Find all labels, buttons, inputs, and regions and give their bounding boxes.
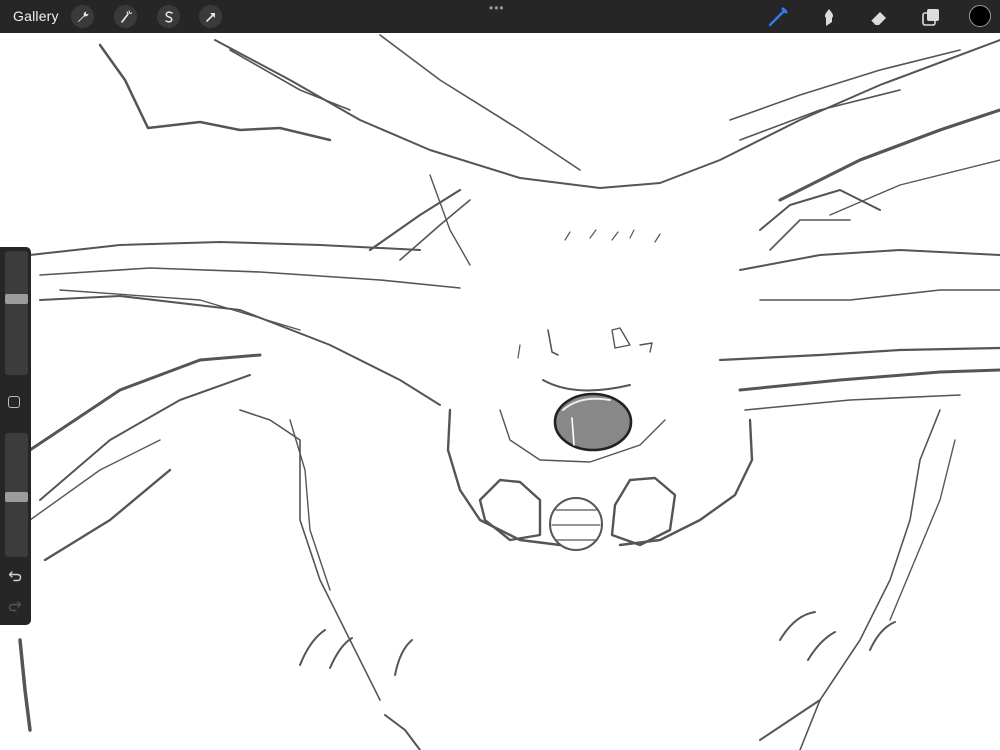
sketch-stroke [542,379,631,392]
left-sidebar [0,247,31,625]
sketch-stroke [478,478,542,542]
sketch-stroke [564,229,661,243]
sketch-stroke [744,394,961,411]
smudge-icon [825,9,833,26]
more-menu[interactable]: ••• [489,2,505,14]
sketch-stroke [29,241,421,256]
transform-button[interactable] [199,5,222,28]
sketch-stroke [446,408,562,547]
sketch-stroke [18,638,32,732]
sketch-stroke [807,631,836,661]
selection-button[interactable] [157,5,180,28]
sketch-stroke [778,108,1000,202]
sketch-stroke [28,353,262,452]
undo-icon [8,571,22,582]
color-picker-button[interactable] [969,5,991,27]
sketch-stroke [779,611,816,641]
brush-icon [768,7,788,27]
actions-button[interactable] [71,5,94,28]
gallery-button[interactable]: Gallery [13,8,59,24]
sketch-stroke [610,476,677,547]
sketch-stroke [39,267,461,289]
sketch-stroke [239,409,381,701]
layers-button[interactable] [919,5,943,29]
sketch-stroke [399,199,471,261]
layers-icon [922,9,939,26]
sketch-stroke [869,621,896,651]
sketch-stroke [738,368,1000,392]
sketch-mouth [553,392,633,452]
brush-size-thumb[interactable] [5,294,28,304]
sketch-stroke [739,89,901,141]
sketch-egg [549,497,603,551]
sketch-stroke [739,249,1000,271]
sketch-stroke [718,346,1000,362]
sketch-stroke [618,418,754,547]
sketch-stroke [517,344,521,359]
sketch-stroke [429,174,471,266]
sketch-stroke [379,34,581,171]
eraser-icon [870,12,886,26]
eraser-tool-button[interactable] [867,5,891,29]
redo-button[interactable] [6,597,24,615]
brush-tool-button[interactable] [766,5,790,29]
sketch-stroke [98,43,332,142]
drawing-canvas[interactable] [0,0,1000,750]
sketch-stroke [214,39,1000,189]
brush-size-slider[interactable] [5,251,28,375]
top-toolbar: Gallery ••• [0,0,1000,33]
redo-icon [8,601,22,612]
sketch-stroke [889,439,956,621]
sketch-stroke [799,409,941,750]
selection-s-icon [164,10,173,23]
sketch-stroke [43,468,172,562]
sketch-stroke [551,509,601,541]
sketch-stroke [759,699,821,741]
sketch-stroke [759,189,881,231]
sketch-stroke [829,159,1000,216]
adjustments-button[interactable] [114,5,137,28]
wrench-icon [77,11,88,22]
sketch-stroke [639,342,653,353]
sketch-stroke [59,289,301,331]
sketch-stroke [289,419,331,591]
brush-opacity-thumb[interactable] [5,492,28,502]
magic-wand-icon [120,9,132,23]
brush-opacity-slider[interactable] [5,433,28,557]
modify-button[interactable] [8,396,20,408]
sketch-stroke [759,289,1000,301]
arrow-cursor-icon [205,12,215,22]
sketch-stroke [299,629,326,666]
sketch-stroke [394,639,413,676]
sketch-stroke [329,637,353,669]
sketch-stroke [384,714,421,750]
sketch-stroke [729,49,961,121]
sketch-stroke [611,327,631,349]
undo-button[interactable] [6,567,24,585]
sketch-stroke [769,219,851,251]
sketch-stroke [547,329,559,356]
sketch-stroke [39,374,251,501]
smudge-tool-button[interactable] [817,5,841,29]
